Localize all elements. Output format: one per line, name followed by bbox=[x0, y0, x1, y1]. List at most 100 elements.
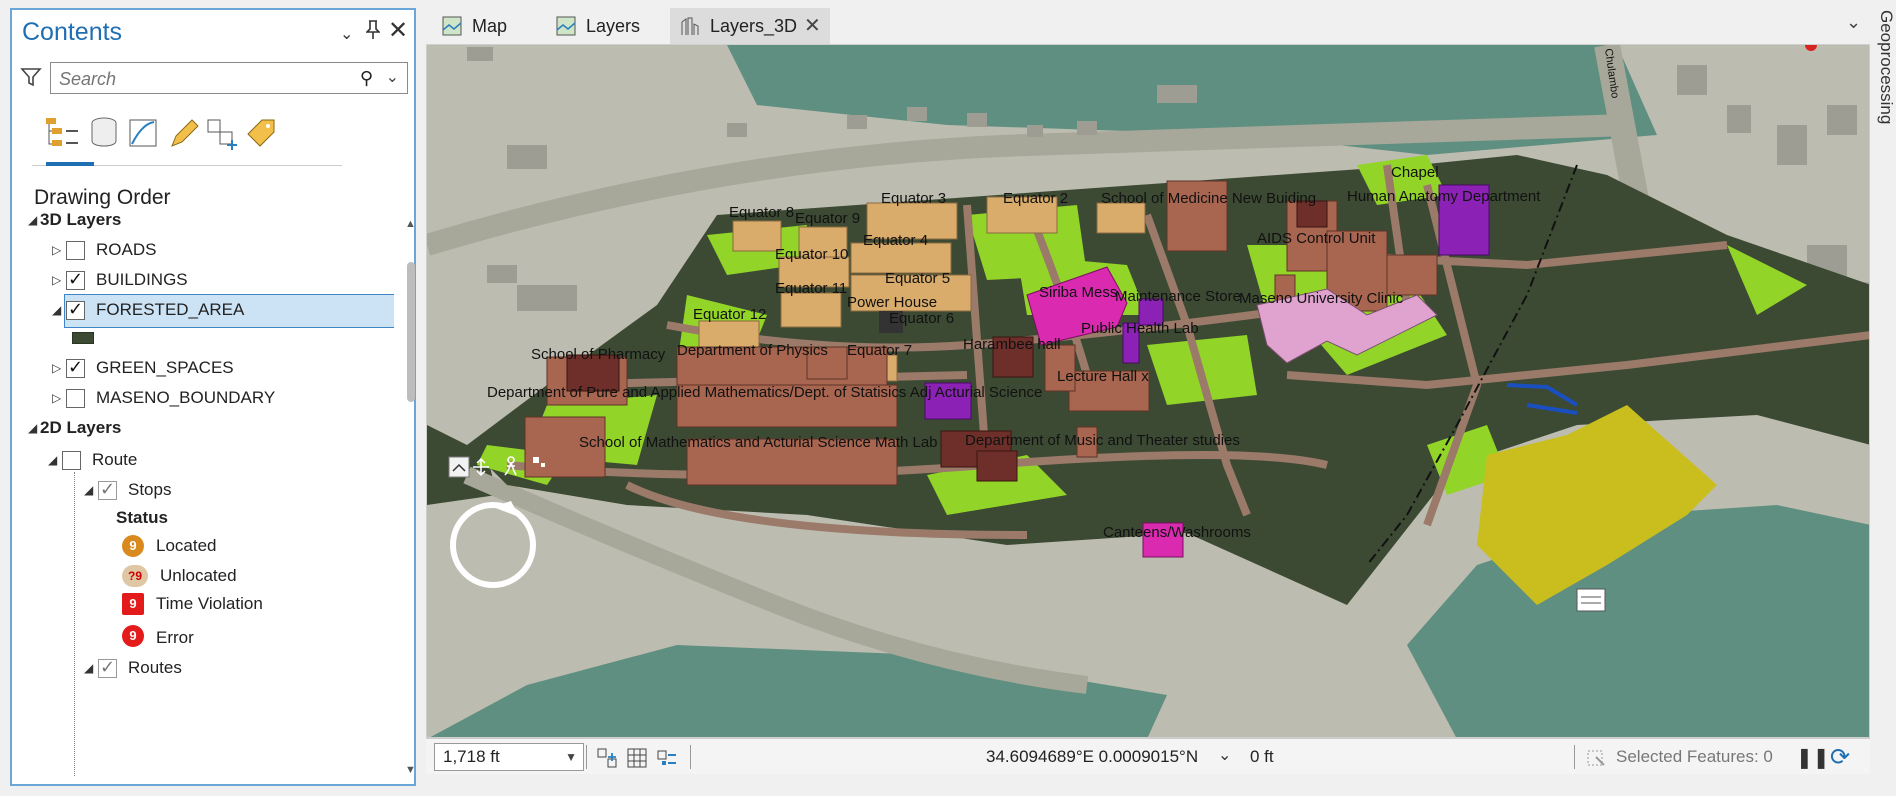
scale-dropdown[interactable]: 1,718 ft ▼ bbox=[434, 743, 584, 771]
label-aids-control-unit[interactable]: AIDS Control Unit bbox=[1257, 230, 1376, 247]
label-equator-12[interactable]: Equator 12 bbox=[693, 306, 766, 323]
tab-overflow-chevron-icon[interactable]: ⌄ bbox=[1846, 12, 1861, 33]
scroll-down-arrow-icon[interactable]: ▼ bbox=[405, 764, 416, 776]
label-power-house[interactable]: Power House bbox=[847, 294, 937, 311]
geoprocessing-side-tab[interactable]: Geoprocessing bbox=[1876, 10, 1896, 130]
layer-visibility-checkbox[interactable] bbox=[66, 265, 85, 293]
label-canteens-washrooms[interactable]: Canteens/Washrooms bbox=[1103, 524, 1251, 541]
tab-close-icon[interactable]: ✕ bbox=[804, 8, 821, 44]
collapse-triangle-icon[interactable]: ◢ bbox=[28, 210, 37, 234]
scene-view[interactable]: Equator 8 Equator 9 Equator 3 Equator 2 … bbox=[426, 44, 1870, 738]
snapping-icon[interactable] bbox=[656, 747, 678, 769]
label-department-of-physics[interactable]: Department of Physics bbox=[677, 342, 828, 359]
status-bar: 1,718 ft ▼ 34.6094689°E 0.0009015°N ⌄ 0 … bbox=[426, 738, 1870, 774]
filter-icon[interactable] bbox=[20, 66, 42, 88]
separator bbox=[586, 745, 587, 769]
label-equator-2[interactable]: Equator 2 bbox=[1003, 190, 1068, 207]
label-public-health-lab[interactable]: Public Health Lab bbox=[1081, 320, 1199, 337]
label-equator-11[interactable]: Equator 11 bbox=[775, 280, 847, 297]
pane-options-chevron-icon[interactable]: ⌄ bbox=[340, 24, 353, 44]
time-violation-symbol-icon: 9 bbox=[122, 593, 144, 615]
layer-visibility-checkbox[interactable] bbox=[66, 241, 85, 260]
label-equator-6[interactable]: Equator 6 bbox=[889, 310, 954, 327]
tab-layers-3d[interactable]: Layers_3D ✕ bbox=[670, 8, 830, 44]
layer-visibility-checkbox[interactable] bbox=[66, 353, 85, 381]
label-math-lab[interactable]: School of Mathematics and Acturial Scien… bbox=[579, 434, 938, 451]
map-tips-icon[interactable] bbox=[1576, 588, 1606, 612]
collapse-triangle-icon[interactable]: ◢ bbox=[84, 654, 93, 682]
active-view-indicator bbox=[46, 162, 94, 166]
layer-visibility-checkbox[interactable] bbox=[98, 475, 117, 503]
label-maseno-clinic[interactable]: Maseno University Clinic bbox=[1239, 290, 1404, 307]
map-view-icon bbox=[556, 16, 576, 36]
collapse-triangle-icon[interactable]: ◢ bbox=[84, 476, 93, 504]
coordinate-readout: 34.6094689°E 0.0009015°N bbox=[986, 747, 1199, 766]
label-music-theater[interactable]: Department of Music and Theater studies bbox=[965, 432, 1240, 449]
selected-features-count[interactable]: Selected Features: 0 bbox=[1616, 747, 1773, 767]
elevation-readout: 0 ft bbox=[1250, 747, 1274, 766]
tab-map[interactable]: Map bbox=[432, 8, 528, 44]
expand-triangle-icon[interactable]: ▷ bbox=[52, 266, 61, 294]
separator bbox=[690, 745, 691, 769]
fixed-zoom-icon[interactable] bbox=[596, 747, 618, 769]
label-maintenance-store[interactable]: Maintenance Store bbox=[1115, 288, 1241, 305]
list-by-drawing-order-icon[interactable] bbox=[44, 114, 80, 152]
located-symbol-icon: 9 bbox=[122, 535, 144, 557]
collapse-triangle-icon[interactable]: ◢ bbox=[48, 446, 57, 474]
label-chapel[interactable]: Chapel bbox=[1391, 164, 1439, 181]
list-by-editing-icon[interactable] bbox=[166, 114, 202, 152]
layer-visibility-checkbox[interactable] bbox=[66, 295, 85, 323]
expand-triangle-icon[interactable]: ▷ bbox=[52, 236, 61, 264]
forest-symbol-swatch[interactable] bbox=[72, 332, 94, 344]
label-lecture-hall-x[interactable]: Lecture Hall x bbox=[1057, 368, 1149, 385]
list-by-snapping-icon[interactable] bbox=[204, 114, 240, 152]
label-equator-3[interactable]: Equator 3 bbox=[881, 190, 946, 207]
collapse-triangle-icon[interactable]: ◢ bbox=[28, 414, 37, 442]
search-box[interactable]: ⚲ ⌄ bbox=[50, 62, 408, 94]
pane-title: Contents bbox=[22, 18, 123, 46]
layer-visibility-checkbox[interactable] bbox=[98, 653, 117, 681]
tab-layers[interactable]: Layers bbox=[546, 8, 656, 44]
list-by-selection-icon[interactable] bbox=[126, 114, 162, 152]
expand-triangle-icon[interactable]: ▷ bbox=[52, 354, 61, 382]
label-equator-8[interactable]: Equator 8 bbox=[729, 204, 794, 221]
label-pure-applied-mathematics[interactable]: Department of Pure and Applied Mathemati… bbox=[487, 384, 1042, 401]
collapse-navigator-icon[interactable] bbox=[448, 456, 470, 478]
close-icon[interactable]: ✕ bbox=[388, 16, 408, 45]
contents-scrollbar[interactable]: ▲ ▼ bbox=[404, 218, 418, 778]
list-by-data-source-icon[interactable] bbox=[86, 114, 122, 152]
list-by-labeling-icon[interactable] bbox=[244, 114, 280, 152]
label-equator-7[interactable]: Equator 7 bbox=[847, 342, 912, 359]
coordinate-format-chevron-icon[interactable]: ⌄ bbox=[1218, 745, 1231, 765]
layer-visibility-checkbox[interactable] bbox=[62, 451, 81, 470]
grid-icon[interactable] bbox=[626, 747, 648, 769]
label-equator-5[interactable]: Equator 5 bbox=[885, 270, 950, 287]
label-human-anatomy[interactable]: Human Anatomy Department bbox=[1347, 188, 1541, 205]
search-input[interactable] bbox=[59, 67, 339, 91]
pause-drawing-icon[interactable]: ❚❚ bbox=[1796, 745, 1830, 770]
label-harambee-hall[interactable]: Harambee hall bbox=[963, 336, 1061, 353]
label-school-of-pharmacy[interactable]: School of Pharmacy bbox=[531, 346, 666, 363]
label-equator-4[interactable]: Equator 4 bbox=[863, 232, 928, 249]
contents-pane: Contents ⌄ ✕ ⚲ ⌄ bbox=[10, 8, 416, 786]
search-icon[interactable]: ⚲ bbox=[360, 68, 373, 89]
contents-view-toolbar bbox=[32, 106, 342, 166]
scene-canvas[interactable]: Equator 8 Equator 9 Equator 3 Equator 2 … bbox=[427, 45, 1870, 738]
scroll-up-arrow-icon[interactable]: ▲ bbox=[405, 218, 416, 230]
layer-visibility-checkbox[interactable] bbox=[66, 389, 85, 408]
selected-features-icon[interactable] bbox=[1586, 747, 1608, 769]
search-options-chevron-icon[interactable]: ⌄ bbox=[386, 67, 399, 87]
label-equator-10[interactable]: Equator 10 bbox=[775, 246, 848, 263]
refresh-icon[interactable]: ⟳ bbox=[1830, 743, 1850, 772]
label-school-of-medicine[interactable]: School of Medicine New Buiding bbox=[1101, 190, 1316, 207]
toggle-overview-icon[interactable] bbox=[533, 457, 539, 463]
collapse-triangle-icon[interactable]: ◢ bbox=[52, 296, 61, 324]
pin-icon[interactable] bbox=[365, 20, 381, 46]
contents-header: Contents ⌄ ✕ bbox=[12, 10, 414, 54]
dropdown-arrow-icon[interactable]: ▼ bbox=[565, 744, 577, 770]
label-equator-9[interactable]: Equator 9 bbox=[795, 210, 860, 227]
expand-triangle-icon[interactable]: ▷ bbox=[52, 384, 61, 412]
scrollbar-thumb[interactable] bbox=[407, 262, 415, 402]
tree-connector-line bbox=[74, 472, 75, 776]
label-siriba-mess[interactable]: Siriba Mess bbox=[1039, 284, 1117, 301]
